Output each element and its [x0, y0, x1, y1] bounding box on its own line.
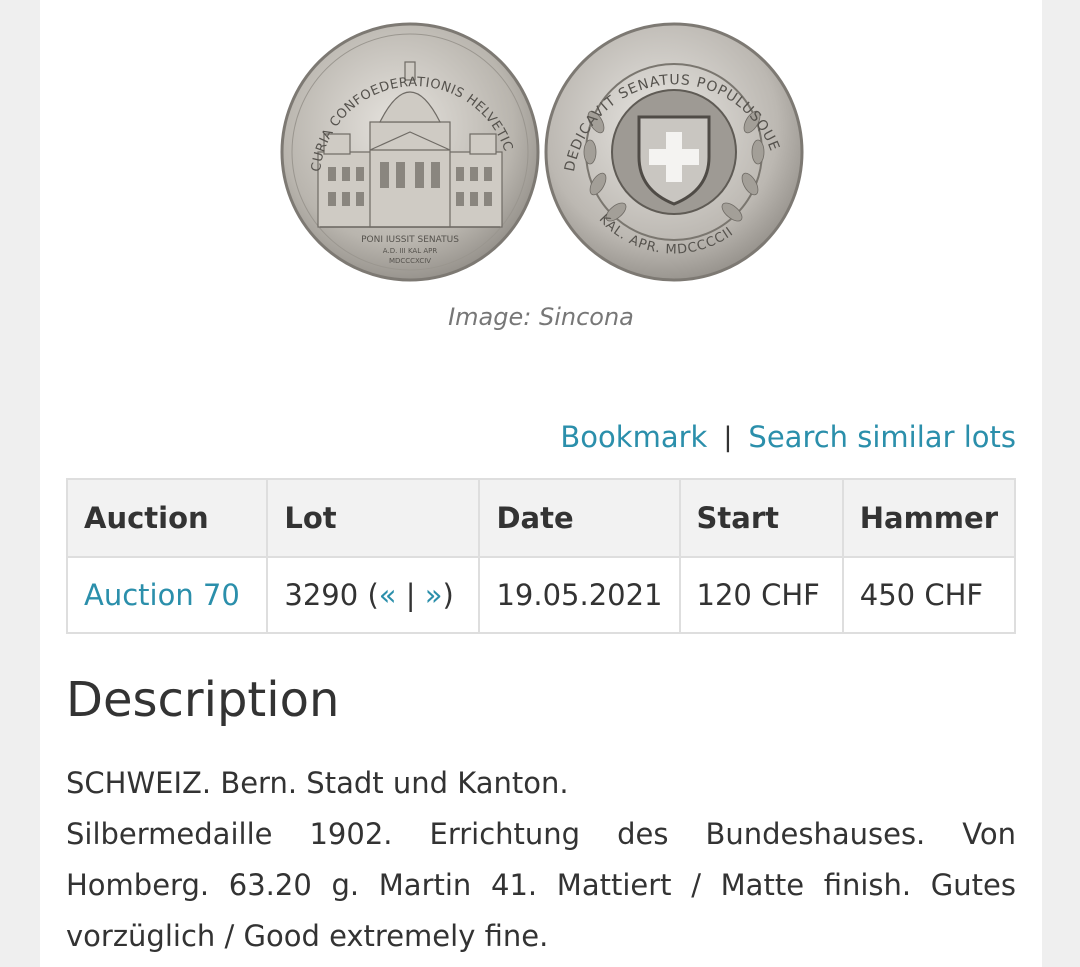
lot-paren-close: ) — [442, 578, 454, 612]
coin-image[interactable]: CURIA CONFOEDERATIONIS HELVETICAE PONI I… — [280, 22, 804, 284]
bookmark-link[interactable]: Bookmark — [560, 420, 707, 454]
actions-separator: | — [723, 421, 733, 453]
description-heading: Description — [66, 672, 340, 728]
search-similar-lots-link[interactable]: Search similar lots — [748, 420, 1016, 454]
coin-obverse-image: CURIA CONFOEDERATIONIS HELVETICAE PONI I… — [280, 22, 540, 282]
auction-cell: Auction 70 — [68, 558, 269, 632]
image-caption: Image: Sincona — [448, 303, 634, 331]
table-row: Auction 70 3290 (« | ») 19.05.2021 120 C… — [68, 558, 1014, 632]
lot-paren-open: ( — [367, 578, 379, 612]
column-header-date: Date — [480, 480, 681, 558]
column-header-auction: Auction — [68, 480, 269, 558]
column-header-hammer: Hammer — [843, 480, 1014, 558]
next-lot-link[interactable]: » — [425, 578, 443, 612]
lot-cell: 3290 (« | ») — [268, 558, 481, 632]
column-header-start: Start — [680, 480, 844, 558]
hammer-price-cell: 450 CHF — [859, 578, 984, 612]
start-price-cell: 120 CHF — [681, 558, 844, 632]
previous-lot-link[interactable]: « — [379, 578, 397, 612]
page-content: CURIA CONFOEDERATIONIS HELVETICAE PONI I… — [40, 0, 1042, 967]
table-header-row: Auction Lot Date Start Hammer — [68, 480, 1014, 558]
obverse-exergue-line-3: MDCCCXCIV — [389, 257, 431, 265]
lot-number: 3290 — [284, 578, 359, 612]
column-header-lot: Lot — [268, 480, 481, 558]
description-line-2: Silbermedaille 1902. Errichtung des Bund… — [66, 817, 1016, 953]
lot-nav-separator: | — [405, 578, 416, 612]
auction-link[interactable]: Auction 70 — [84, 578, 240, 612]
coin-reverse-image: DEDICAVIT SENATUS POPULUSQUE KAL. APR. M… — [544, 22, 804, 282]
lot-table: Auction Lot Date Start Hammer Auction 70… — [66, 478, 1016, 634]
description-body: SCHWEIZ. Bern. Stadt und Kanton. Silberm… — [66, 758, 1016, 962]
lot-actions: Bookmark | Search similar lots — [560, 420, 1016, 454]
description-line-1: SCHWEIZ. Bern. Stadt und Kanton. — [66, 766, 569, 800]
obverse-exergue-line-2: A.D. III KAL APR — [383, 247, 438, 255]
obverse-exergue-line-1: PONI IUSSIT SENATUS — [361, 235, 459, 245]
date-cell: 19.05.2021 — [480, 558, 681, 632]
